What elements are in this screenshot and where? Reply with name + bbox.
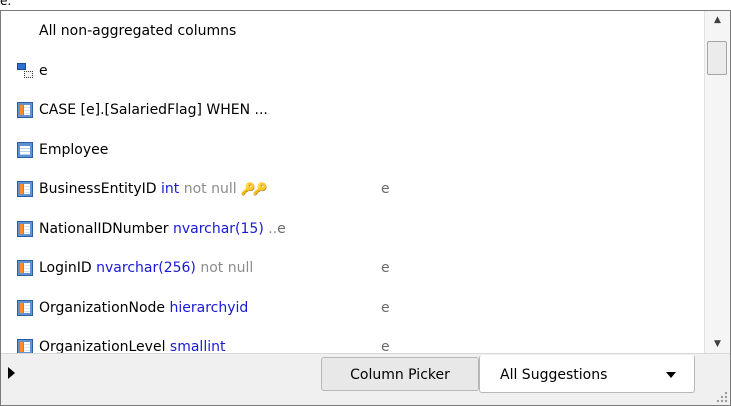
- column-owner: e: [381, 300, 390, 316]
- column-nullability: not null: [183, 181, 237, 197]
- autocomplete-popup: All non-aggregated columns e CASE [e].[S…: [0, 10, 731, 406]
- column-name: LoginID: [39, 260, 92, 276]
- column-icon: [17, 260, 33, 276]
- suggestion-organizationlevel[interactable]: OrganizationLevel smallint e: [1, 332, 704, 353]
- typed-text: e.: [0, 0, 12, 8]
- column-type: hierarchyid: [169, 300, 249, 316]
- column-owner: e: [381, 339, 390, 353]
- column-owner: e: [277, 221, 286, 237]
- column-icon: [17, 221, 33, 237]
- column-icon: [17, 181, 33, 197]
- column-nullability: not null: [200, 260, 254, 276]
- suggestion-alias-e[interactable]: e: [1, 56, 704, 86]
- suggestion-case-expression[interactable]: CASE [e].[SalariedFlag] WHEN ...: [1, 95, 704, 125]
- column-type: nvarchar(15): [172, 221, 264, 237]
- popup-footer: Column Picker All Suggestions: [1, 353, 730, 405]
- suggestion-organizationnode[interactable]: OrganizationNode hierarchyid e: [1, 293, 704, 323]
- column-type: smallint: [169, 339, 226, 353]
- suggestion-list: All non-aggregated columns e CASE [e].[S…: [1, 11, 704, 353]
- suggestion-nationalidnumber[interactable]: NationalIDNumber nvarchar(15) ..e: [1, 214, 704, 244]
- column-icon: [17, 300, 33, 316]
- alias-icon: [17, 63, 33, 79]
- suggestion-businessentityid[interactable]: BusinessEntityID int not null 🔑 🔑 e: [1, 174, 704, 204]
- suggestion-loginid[interactable]: LoginID nvarchar(256) not null e: [1, 253, 704, 283]
- column-owner: e: [381, 181, 390, 197]
- scroll-down-arrow[interactable]: ▼: [705, 335, 730, 353]
- dropdown-arrow-icon[interactable]: [666, 372, 676, 378]
- column-type: int: [160, 181, 180, 197]
- tab-column-picker[interactable]: Column Picker: [321, 357, 479, 391]
- column-type: nvarchar(256): [96, 260, 196, 276]
- expand-triangle-icon[interactable]: [8, 367, 15, 379]
- list-header: All non-aggregated columns: [39, 23, 237, 39]
- editor-line[interactable]: e.: [0, 0, 731, 10]
- table-icon: [17, 142, 33, 158]
- scrollbar-thumb[interactable]: [707, 41, 727, 75]
- vertical-scrollbar[interactable]: ▲ ▼: [704, 11, 730, 353]
- column-name: NationalIDNumber: [39, 221, 169, 237]
- primary-key-icon: 🔑: [240, 182, 256, 196]
- column-owner: e: [381, 260, 390, 276]
- column-icon: [17, 339, 33, 353]
- tab-all-suggestions[interactable]: All Suggestions: [479, 355, 695, 393]
- column-name: BusinessEntityID: [39, 181, 157, 197]
- key-icons: 🔑 🔑: [241, 182, 269, 196]
- column-name: OrganizationNode: [39, 300, 166, 316]
- column-name: OrganizationLevel: [39, 339, 166, 353]
- column-icon: [17, 102, 33, 118]
- foreign-key-icon: 🔑: [252, 182, 268, 196]
- suggestion-employee-table[interactable]: Employee: [1, 135, 704, 165]
- scroll-up-arrow[interactable]: ▲: [705, 11, 730, 29]
- column-nullability: ..: [268, 221, 278, 237]
- resize-grip-icon[interactable]: [714, 389, 728, 403]
